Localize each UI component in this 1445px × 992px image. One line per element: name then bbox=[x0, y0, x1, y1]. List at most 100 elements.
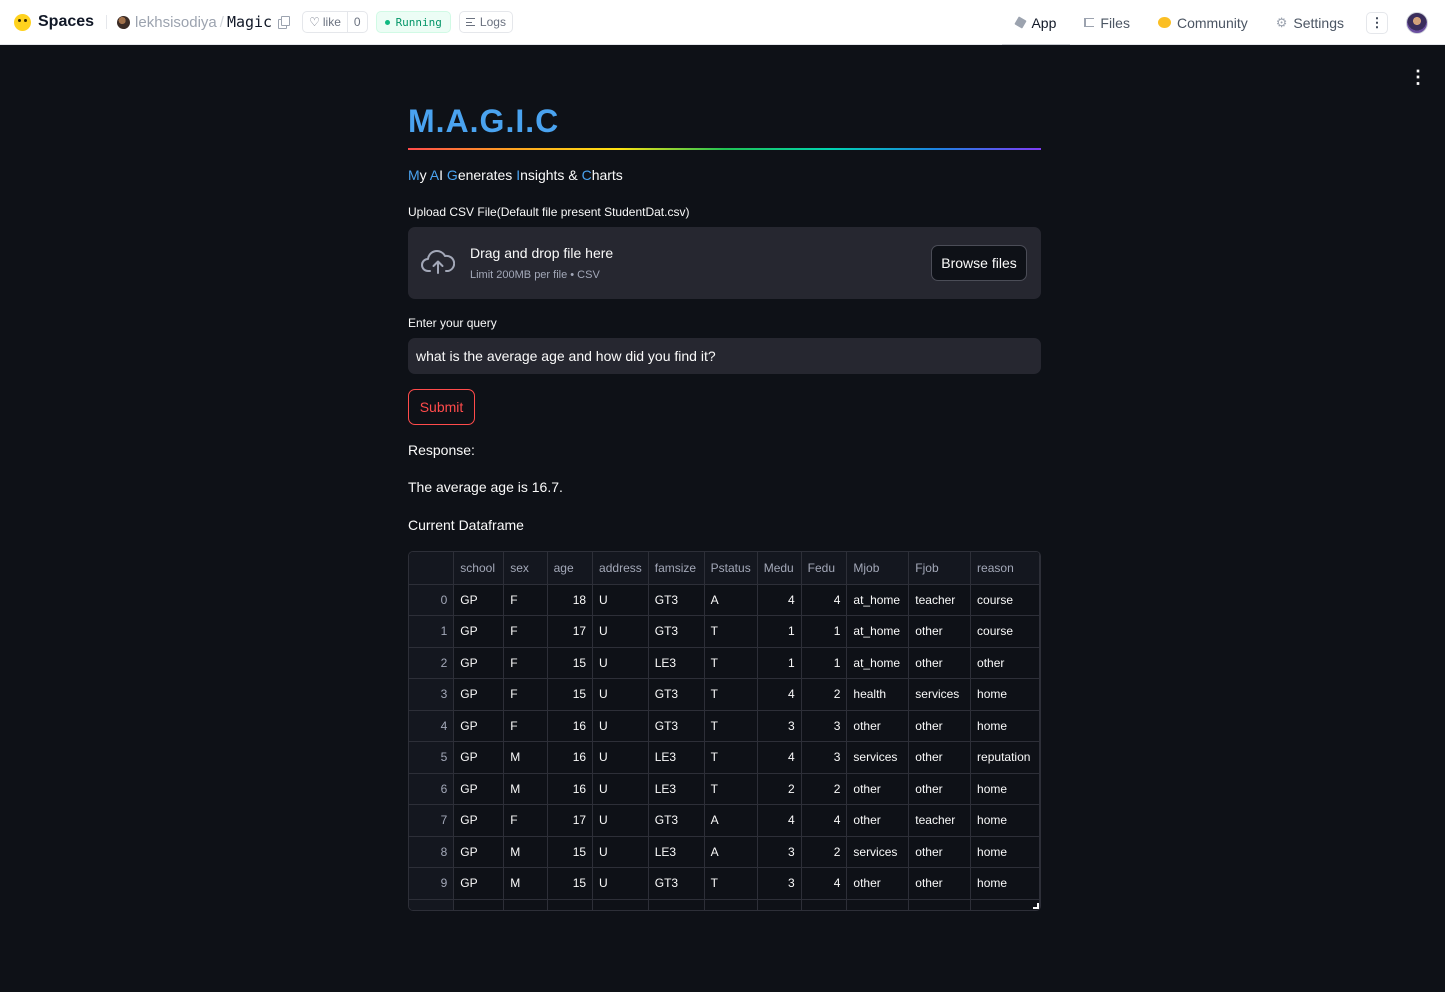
table-cell[interactable]: at_home bbox=[846, 647, 910, 679]
row-index[interactable]: 2 bbox=[409, 647, 455, 679]
more-options-button[interactable]: ⋮ bbox=[1366, 11, 1388, 34]
table-cell[interactable]: GP bbox=[453, 804, 505, 837]
column-header[interactable]: reason bbox=[970, 552, 1040, 585]
table-cell[interactable]: M bbox=[503, 773, 548, 805]
table-cell[interactable]: 2 bbox=[801, 678, 848, 711]
table-cell[interactable]: U bbox=[592, 867, 649, 900]
dataframe-grid[interactable]: school sex age address famsize Pstatus Medu Fed… bbox=[408, 551, 1041, 911]
table-cell[interactable]: services bbox=[846, 741, 910, 774]
table-cell[interactable]: 3 bbox=[757, 836, 802, 868]
table-cell[interactable]: GT3 bbox=[648, 867, 705, 900]
table-cell[interactable]: U bbox=[592, 615, 649, 648]
table-cell[interactable]: F bbox=[503, 710, 548, 742]
table-cell[interactable]: F bbox=[503, 615, 548, 648]
table-cell[interactable]: LE3 bbox=[648, 836, 705, 868]
table-cell[interactable]: GP bbox=[453, 773, 505, 805]
table-cell[interactable]: teacher bbox=[908, 584, 972, 616]
table-cell[interactable]: GP bbox=[453, 647, 505, 679]
table-cell[interactable]: T bbox=[704, 678, 758, 711]
row-index[interactable]: 0 bbox=[409, 584, 455, 616]
table-cell[interactable]: course bbox=[970, 615, 1040, 648]
spaces-logo-icon[interactable] bbox=[14, 13, 31, 31]
like-count[interactable]: 0 bbox=[348, 15, 367, 29]
row-index[interactable]: 1 bbox=[409, 615, 455, 648]
table-cell[interactable]: 2 bbox=[757, 773, 802, 805]
table-cell[interactable]: home bbox=[970, 710, 1040, 742]
table-cell[interactable]: 16 bbox=[547, 741, 594, 774]
browse-files-button[interactable]: Browse files bbox=[931, 245, 1027, 281]
table-cell[interactable]: other bbox=[846, 710, 910, 742]
table-cell[interactable]: T bbox=[704, 615, 758, 648]
table-cell[interactable]: A bbox=[704, 836, 758, 868]
query-input[interactable]: what is the average age and how did you … bbox=[408, 338, 1041, 374]
table-cell[interactable]: GP bbox=[453, 867, 505, 900]
table-row[interactable]: 4 GP F 16 U GT3 T 3 3 other other home bbox=[409, 710, 1040, 742]
row-index[interactable]: 3 bbox=[409, 678, 455, 711]
table-cell[interactable]: 17 bbox=[547, 615, 594, 648]
table-cell[interactable]: home bbox=[970, 804, 1040, 837]
table-cell[interactable]: GT3 bbox=[648, 804, 705, 837]
table-cell[interactable]: LE3 bbox=[648, 647, 705, 679]
column-header[interactable]: sex bbox=[503, 552, 548, 585]
column-header[interactable]: Pstatus bbox=[704, 552, 758, 585]
table-cell[interactable]: M bbox=[503, 741, 548, 774]
table-cell[interactable]: 4 bbox=[757, 741, 802, 774]
user-avatar[interactable] bbox=[1406, 11, 1428, 34]
table-cell[interactable]: U bbox=[592, 804, 649, 837]
table-cell[interactable]: 1 bbox=[757, 615, 802, 648]
table-cell[interactable]: GP bbox=[453, 678, 505, 711]
table-cell[interactable]: GT3 bbox=[648, 584, 705, 616]
spaces-brand-link[interactable]: Spaces bbox=[38, 13, 94, 31]
table-cell[interactable]: other bbox=[846, 804, 910, 837]
table-cell[interactable] bbox=[801, 899, 848, 910]
table-row[interactable]: 6 GP M 16 U LE3 T 2 2 other other home bbox=[409, 773, 1040, 805]
table-cell[interactable]: 4 bbox=[757, 678, 802, 711]
table-cell[interactable] bbox=[970, 899, 1040, 910]
row-index[interactable]: 5 bbox=[409, 741, 455, 774]
table-cell[interactable]: F bbox=[503, 647, 548, 679]
copy-icon[interactable] bbox=[278, 16, 291, 29]
owner-avatar[interactable] bbox=[117, 15, 131, 29]
table-cell[interactable]: F bbox=[503, 584, 548, 616]
table-cell[interactable] bbox=[547, 899, 594, 910]
table-cell[interactable]: U bbox=[592, 773, 649, 805]
table-cell[interactable]: other bbox=[908, 615, 972, 648]
table-cell[interactable]: 2 bbox=[801, 836, 848, 868]
table-cell[interactable] bbox=[648, 899, 705, 910]
column-header[interactable]: address bbox=[592, 552, 649, 585]
table-cell[interactable] bbox=[846, 899, 910, 910]
table-cell[interactable]: 16 bbox=[547, 773, 594, 805]
table-cell[interactable]: home bbox=[970, 773, 1040, 805]
like-button[interactable]: ♡ like bbox=[303, 12, 348, 32]
column-header[interactable]: Medu bbox=[757, 552, 802, 585]
table-cell[interactable]: U bbox=[592, 678, 649, 711]
row-index[interactable]: 8 bbox=[409, 836, 455, 868]
table-cell[interactable]: 3 bbox=[757, 710, 802, 742]
table-cell[interactable]: GP bbox=[453, 584, 505, 616]
table-cell[interactable]: 17 bbox=[547, 804, 594, 837]
table-cell[interactable]: A bbox=[704, 804, 758, 837]
table-cell[interactable]: 4 bbox=[801, 804, 848, 837]
row-index[interactable] bbox=[409, 899, 455, 910]
table-cell[interactable]: GT3 bbox=[648, 678, 705, 711]
column-header[interactable]: Fedu bbox=[801, 552, 848, 585]
table-cell[interactable]: T bbox=[704, 773, 758, 805]
table-cell[interactable]: F bbox=[503, 804, 548, 837]
table-cell[interactable]: other bbox=[908, 867, 972, 900]
submit-button[interactable]: Submit bbox=[408, 389, 475, 425]
table-cell[interactable]: other bbox=[970, 647, 1040, 679]
table-cell[interactable]: services bbox=[908, 678, 972, 711]
table-cell[interactable]: GP bbox=[453, 615, 505, 648]
table-cell[interactable]: home bbox=[970, 678, 1040, 711]
table-cell[interactable]: U bbox=[592, 710, 649, 742]
table-cell[interactable] bbox=[908, 899, 972, 910]
table-cell[interactable]: 4 bbox=[801, 584, 848, 616]
table-cell[interactable]: 16 bbox=[547, 710, 594, 742]
tab-settings[interactable]: ⚙ Settings bbox=[1262, 0, 1358, 45]
table-row[interactable] bbox=[409, 899, 1040, 910]
table-cell[interactable]: 15 bbox=[547, 647, 594, 679]
table-cell[interactable] bbox=[503, 899, 548, 910]
table-cell[interactable]: U bbox=[592, 584, 649, 616]
table-cell[interactable]: A bbox=[704, 584, 758, 616]
tab-files[interactable]: Files bbox=[1070, 0, 1144, 45]
